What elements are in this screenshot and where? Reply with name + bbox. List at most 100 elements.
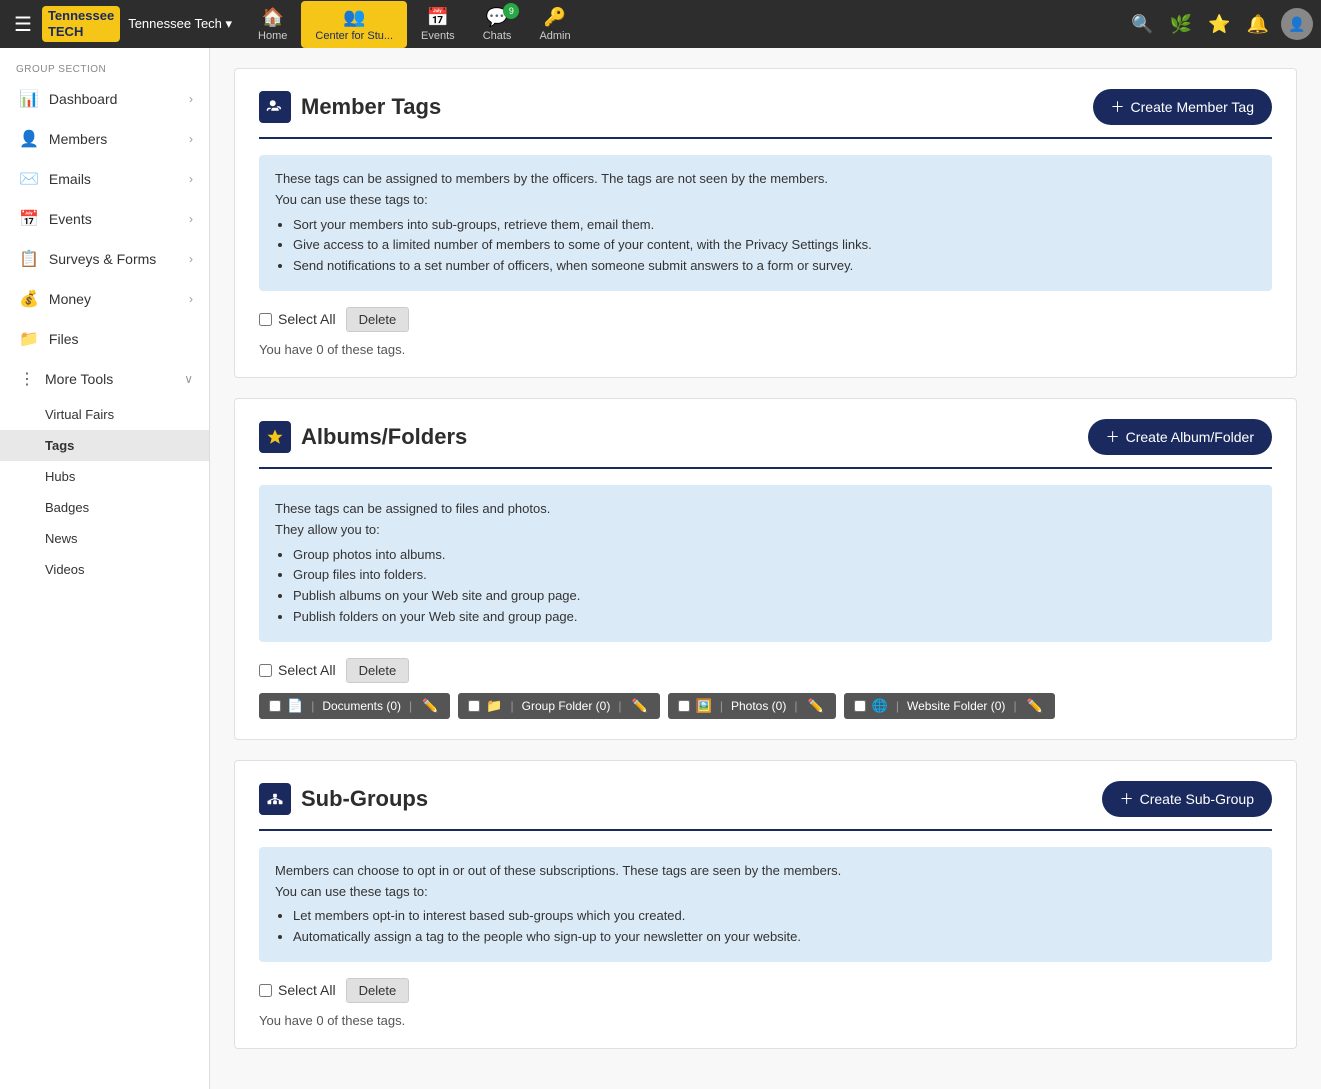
sidebar-item-events[interactable]: 📅 Events › — [0, 199, 209, 239]
folder-tag-documents-edit-button[interactable]: ✏️ — [420, 698, 440, 714]
member-tags-bullet-2: Give access to a limited number of membe… — [293, 235, 1256, 256]
create-member-tag-label: Create Member Tag — [1131, 99, 1254, 115]
member-tags-select-all-label[interactable]: Select All — [259, 311, 336, 327]
group-icon: 👥 — [343, 7, 365, 28]
create-sub-group-label: Create Sub-Group — [1140, 791, 1254, 807]
sidebar-item-surveys[interactable]: 📋 Surveys & Forms › — [0, 239, 209, 279]
org-name-label[interactable]: Tennessee Tech ▾ — [128, 16, 232, 32]
sidebar-item-emails-label: Emails — [49, 171, 91, 187]
folder-tag-photos[interactable]: 🖼️ | Photos (0) | ✏️ — [668, 693, 836, 719]
sidebar-more-tools-label: More Tools — [45, 371, 113, 387]
star-icon[interactable]: ⭐ — [1204, 10, 1234, 39]
member-tags-info-list: Sort your members into sub-groups, retri… — [293, 215, 1256, 277]
sidebar-sub-item-hubs[interactable]: Hubs — [0, 461, 209, 492]
create-member-tag-button[interactable]: ＋ Create Member Tag — [1093, 89, 1272, 125]
calendar-icon: 📅 — [427, 7, 449, 28]
user-avatar[interactable]: 👤 — [1281, 8, 1313, 40]
folder-tag-documents[interactable]: 📄 | Documents (0) | ✏️ — [259, 693, 450, 719]
albums-bullet-1: Group photos into albums. — [293, 545, 1256, 566]
nav-item-chats[interactable]: 9 💬 Chats — [469, 1, 526, 48]
leaf-icon[interactable]: 🌿 — [1166, 10, 1196, 39]
sidebar-item-emails[interactable]: ✉️ Emails › — [0, 159, 209, 199]
folder-tag-group-folder[interactable]: 📁 | Group Folder (0) | ✏️ — [458, 693, 659, 719]
plus-icon-albums: ＋ — [1106, 427, 1120, 447]
create-album-folder-button[interactable]: ＋ Create Album/Folder — [1088, 419, 1272, 455]
nav-item-home[interactable]: 🏠 Home — [244, 1, 301, 48]
folder-tag-website[interactable]: 🌐 | Website Folder (0) | ✏️ — [844, 693, 1055, 719]
sub-groups-bullet-2: Automatically assign a tag to the people… — [293, 927, 1256, 948]
events-icon: 📅 — [19, 209, 39, 229]
create-sub-group-button[interactable]: ＋ Create Sub-Group — [1102, 781, 1272, 817]
sub-groups-delete-button[interactable]: Delete — [346, 978, 410, 1003]
folder-tag-photos-edit-button[interactable]: ✏️ — [805, 698, 825, 714]
sidebar-sub-item-news[interactable]: News — [0, 523, 209, 554]
sub-groups-select-all-label[interactable]: Select All — [259, 982, 336, 998]
nav-item-center[interactable]: 👥 Center for Stu... — [301, 1, 407, 48]
folder-tag-group-label: Group Folder (0) — [522, 699, 611, 713]
folder-tag-documents-label: Documents (0) — [322, 699, 401, 713]
albums-folders-icon — [259, 421, 291, 453]
main-content: Member Tags ＋ Create Member Tag These ta… — [210, 48, 1321, 1089]
chevron-right-icon: › — [189, 172, 193, 186]
albums-delete-button[interactable]: Delete — [346, 658, 410, 683]
sidebar-sub-item-badges[interactable]: Badges — [0, 492, 209, 523]
sidebar-sub-item-virtual-fairs[interactable]: Virtual Fairs — [0, 399, 209, 430]
hamburger-menu-button[interactable]: ☰ — [8, 6, 38, 43]
sidebar-sub-item-tags[interactable]: Tags — [0, 430, 209, 461]
nav-item-home-label: Home — [258, 30, 287, 42]
page-layout: GROUP SECTION 📊 Dashboard › 👤 Members › … — [0, 48, 1321, 1089]
folder-tag-group-folder-checkbox[interactable] — [468, 700, 480, 712]
sidebar-item-money-label: Money — [49, 291, 91, 307]
member-tags-bullet-3: Send notifications to a set number of of… — [293, 256, 1256, 277]
albums-select-row: Select All Delete — [259, 658, 1272, 683]
nav-item-center-label: Center for Stu... — [315, 30, 393, 42]
sidebar-item-dashboard[interactable]: 📊 Dashboard › — [0, 79, 209, 119]
website-icon: 🌐 — [872, 698, 888, 714]
chevron-right-icon: › — [189, 92, 193, 106]
member-tags-select-all-checkbox[interactable] — [259, 313, 272, 326]
nav-item-admin[interactable]: 🔑 Admin — [525, 1, 584, 48]
sidebar-item-dashboard-label: Dashboard — [49, 91, 118, 107]
sub-groups-info-list: Let members opt-in to interest based sub… — [293, 906, 1256, 948]
folder-tag-documents-checkbox[interactable] — [269, 700, 281, 712]
sidebar-item-surveys-label: Surveys & Forms — [49, 251, 156, 267]
folder-tag-website-edit-button[interactable]: ✏️ — [1025, 698, 1045, 714]
nav-item-events-label: Events — [421, 30, 455, 42]
sidebar-sub-item-videos[interactable]: Videos — [0, 554, 209, 585]
bell-icon[interactable]: 🔔 — [1243, 10, 1273, 39]
sidebar-item-members[interactable]: 👤 Members › — [0, 119, 209, 159]
sub-groups-empty-text: You have 0 of these tags. — [259, 1013, 1272, 1028]
member-tags-select-row: Select All Delete — [259, 307, 1272, 332]
albums-bullet-2: Group files into folders. — [293, 565, 1256, 586]
sidebar-item-files[interactable]: 📁 Files — [0, 319, 209, 359]
nav-item-events[interactable]: 📅 Events — [407, 1, 469, 48]
folder-tag-group-edit-button[interactable]: ✏️ — [629, 698, 649, 714]
nav-item-chats-label: Chats — [483, 30, 512, 42]
folder-tag-website-checkbox[interactable] — [854, 700, 866, 712]
chevron-right-icon: › — [189, 132, 193, 146]
albums-select-all-checkbox[interactable] — [259, 664, 272, 677]
sub-groups-select-all-checkbox[interactable] — [259, 984, 272, 997]
folder-tag-photos-label: Photos (0) — [731, 699, 786, 713]
member-tags-title-text: Member Tags — [301, 94, 441, 120]
sub-groups-header: Sub-Groups ＋ Create Sub-Group — [259, 781, 1272, 831]
top-navigation: ☰ Tennessee TECH Tennessee Tech ▾ 🏠 Home… — [0, 0, 1321, 48]
sidebar-item-events-label: Events — [49, 211, 92, 227]
key-icon: 🔑 — [544, 7, 566, 28]
sidebar-item-money[interactable]: 💰 Money › — [0, 279, 209, 319]
albums-info-text: These tags can be assigned to files and … — [275, 499, 1256, 520]
sidebar-item-members-label: Members — [49, 131, 107, 147]
sub-groups-info-use: You can use these tags to: — [275, 882, 1256, 903]
sub-groups-icon — [259, 783, 291, 815]
member-tags-info-text: These tags can be assigned to members by… — [275, 169, 1256, 190]
albums-bullet-4: Publish folders on your Web site and gro… — [293, 607, 1256, 628]
folder-tag-website-label: Website Folder (0) — [907, 699, 1005, 713]
albums-info-box: These tags can be assigned to files and … — [259, 485, 1272, 642]
search-icon[interactable]: 🔍 — [1127, 10, 1157, 39]
folder-tag-photos-checkbox[interactable] — [678, 700, 690, 712]
member-tags-bullet-1: Sort your members into sub-groups, retri… — [293, 215, 1256, 236]
sidebar: GROUP SECTION 📊 Dashboard › 👤 Members › … — [0, 48, 210, 1089]
sidebar-item-more-tools[interactable]: ⋮ More Tools ∨ — [0, 359, 209, 399]
albums-select-all-label[interactable]: Select All — [259, 662, 336, 678]
member-tags-delete-button[interactable]: Delete — [346, 307, 410, 332]
